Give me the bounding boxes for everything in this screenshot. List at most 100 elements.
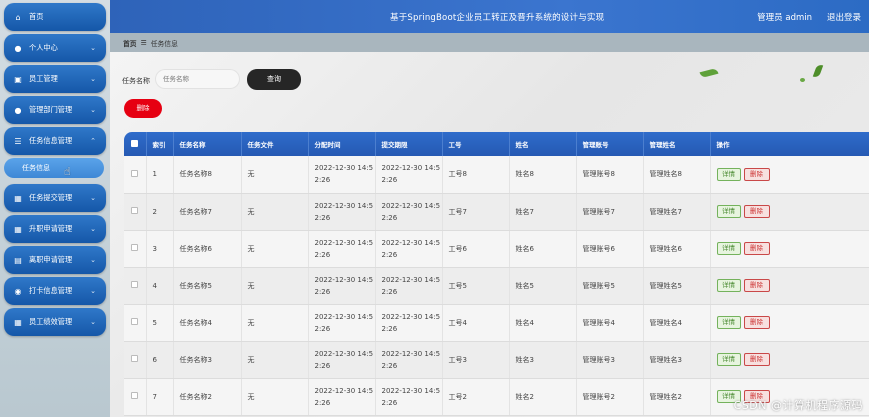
cell-manager-account: 管理账号3: [576, 341, 644, 379]
cell-deadline: 2022-12-30 14:5 2:26: [375, 304, 443, 342]
row-checkbox[interactable]: [124, 156, 147, 194]
sidebar-item-task-submission-management[interactable]: ▦ 任务提交管理 ⌄: [4, 184, 106, 212]
assign-time-line2: 2:26: [314, 287, 331, 296]
table-row: 5 任务名称4 无 2022-12-30 14:5 2:26 2022-12-30 14:…: [124, 304, 869, 342]
search-button[interactable]: 查询: [247, 69, 301, 90]
task-name-search-input[interactable]: [155, 69, 240, 89]
detail-button[interactable]: 详情: [716, 205, 741, 218]
sidebar-item-label: 员工绩效管理: [29, 317, 73, 326]
grid-icon: ▦: [14, 224, 22, 234]
row-checkbox[interactable]: [124, 193, 147, 231]
row-delete-button[interactable]: 删除: [743, 242, 770, 255]
cell-employee-name: 姓名8: [509, 156, 577, 194]
select-all-checkbox[interactable]: [124, 132, 147, 156]
cell-assign-time: 2022-12-30 14:5 2:26: [308, 267, 376, 305]
column-header: 提交期限: [375, 132, 443, 156]
sidebar-item-employee-management[interactable]: ▣ 员工管理 ⌄: [4, 65, 106, 93]
row-delete-button[interactable]: 删除: [743, 316, 770, 329]
logout-link[interactable]: 退出登录: [827, 11, 861, 23]
cell-assign-time: 2022-12-30 14:5 2:26: [308, 378, 376, 416]
detail-button[interactable]: 详情: [716, 353, 741, 366]
deadline-line1: 2022-12-30 14:5: [381, 201, 441, 210]
deadline-line1: 2022-12-30 14:5: [381, 349, 441, 358]
chevron-down-icon: ⌄: [90, 287, 96, 295]
breadcrumb-current: 任务信息: [150, 39, 178, 48]
assign-time-line2: 2:26: [314, 361, 331, 370]
table-row: 1 任务名称8 无 2022-12-30 14:5 2:26 2022-12-30 14:…: [124, 156, 869, 194]
briefcase-icon: ▣: [14, 74, 22, 84]
row-delete-button[interactable]: 删除: [743, 353, 770, 366]
column-header: 索引: [146, 132, 174, 156]
column-header: 任务文件: [241, 132, 309, 156]
breadcrumb-separator-icon: ☰: [140, 38, 147, 47]
row-checkbox[interactable]: [124, 341, 147, 379]
deadline-line1: 2022-12-30 14:5: [381, 312, 441, 321]
sidebar-item-personal-center[interactable]: ● 个人中心 ⌄: [4, 34, 106, 62]
cell-actions: 详情 删除: [710, 341, 869, 379]
detail-button[interactable]: 详情: [716, 279, 741, 292]
cell-assign-time: 2022-12-30 14:5 2:26: [308, 304, 376, 342]
cell-job-no: 工号8: [442, 156, 510, 194]
sidebar: ⌂ 首页 ● 个人中心 ⌄ ▣ 员工管理 ⌄ ● 管理部门管理 ⌄ ☰ 任务信息…: [0, 0, 110, 417]
deadline-line1: 2022-12-30 14:5: [381, 275, 441, 284]
cell-manager-account: 管理账号8: [576, 156, 644, 194]
deadline-line2: 2:26: [381, 398, 398, 407]
row-checkbox[interactable]: [124, 230, 147, 268]
assign-time-line2: 2:26: [314, 213, 331, 222]
detail-button[interactable]: 详情: [716, 167, 741, 181]
bulk-delete-button[interactable]: 删除: [124, 99, 162, 118]
row-checkbox[interactable]: [124, 378, 147, 416]
cell-task-file: 无: [241, 341, 309, 379]
column-header: 操作: [710, 132, 869, 156]
sidebar-subitem-task-info[interactable]: 任务信息 ☝: [4, 158, 104, 178]
assign-time-line1: 2022-12-30 14:5: [314, 238, 374, 247]
cell-manager-name: 管理姓名6: [643, 230, 711, 268]
chevron-down-icon: ⌄: [90, 75, 96, 83]
cell-manager-name: 管理姓名5: [643, 267, 711, 305]
deadline-line2: 2:26: [381, 324, 398, 333]
deadline-line2: 2:26: [381, 287, 398, 296]
cell-task-name: 任务名称4: [173, 304, 242, 342]
sidebar-item-checkin-management[interactable]: ◉ 打卡信息管理 ⌄: [4, 277, 106, 305]
sidebar-item-promotion-management[interactable]: ▦ 升职申请管理 ⌄: [4, 215, 106, 243]
deadline-line1: 2022-12-30 14:5: [381, 238, 441, 247]
deadline-line1: 2022-12-30 14:5: [381, 386, 441, 395]
table-row: 2 任务名称7 无 2022-12-30 14:5 2:26 2022-12-30 14:…: [124, 193, 869, 231]
cell-deadline: 2022-12-30 14:5 2:26: [375, 341, 443, 379]
admin-user-label: 管理员 admin: [757, 13, 812, 23]
detail-button[interactable]: 详情: [716, 316, 741, 329]
app-title: 基于SpringBoot企业员工转正及晋升系统的设计与实现: [390, 13, 605, 23]
sidebar-item-label: 任务信息管理: [29, 136, 73, 145]
grid-icon: ▦: [14, 317, 22, 327]
breadcrumb: 首页 ☰ 任务信息: [110, 33, 869, 52]
chevron-down-icon: ⌄: [90, 318, 96, 326]
row-checkbox[interactable]: [124, 267, 147, 305]
leaf-decoration-icon: [812, 63, 824, 79]
deadline-line2: 2:26: [381, 250, 398, 259]
sidebar-item-resignation-management[interactable]: ▤ 离职申请管理 ⌄: [4, 246, 106, 274]
row-delete-button[interactable]: 删除: [743, 205, 770, 218]
sidebar-item-label: 管理部门管理: [29, 105, 73, 114]
cell-assign-time: 2022-12-30 14:5 2:26: [308, 230, 376, 268]
detail-button[interactable]: 详情: [716, 242, 741, 255]
sidebar-item-label: 首页: [29, 12, 44, 21]
sidebar-item-label: 员工管理: [29, 74, 58, 83]
breadcrumb-home[interactable]: 首页: [123, 38, 137, 48]
deadline-line2: 2:26: [381, 361, 398, 370]
sidebar-item-department-management[interactable]: ● 管理部门管理 ⌄: [4, 96, 106, 124]
row-checkbox[interactable]: [124, 304, 147, 342]
sidebar-item-performance-management[interactable]: ▦ 员工绩效管理 ⌄: [4, 308, 106, 336]
table-row: 6 任务名称3 无 2022-12-30 14:5 2:26 2022-12-30 14:…: [124, 341, 869, 379]
cell-task-file: 无: [241, 230, 309, 268]
cell-actions: 详情 删除: [710, 193, 869, 231]
cell-manager-name: 管理姓名4: [643, 304, 711, 342]
sidebar-item-home[interactable]: ⌂ 首页: [4, 3, 106, 31]
cell-assign-time: 2022-12-30 14:5 2:26: [308, 156, 376, 194]
cell-task-name: 任务名称5: [173, 267, 242, 305]
main-content: 任务名称 查询 删除 索引 任务名称 任务文件 分配时间 提交期限 工号 姓名 …: [110, 52, 869, 417]
row-delete-button[interactable]: 删除: [743, 167, 770, 181]
cell-job-no: 工号4: [442, 304, 510, 342]
row-delete-button[interactable]: 删除: [743, 279, 770, 292]
sidebar-item-task-info-management[interactable]: ☰ 任务信息管理 ⌃: [4, 127, 106, 155]
table-row: 4 任务名称5 无 2022-12-30 14:5 2:26 2022-12-30 14:…: [124, 267, 869, 305]
